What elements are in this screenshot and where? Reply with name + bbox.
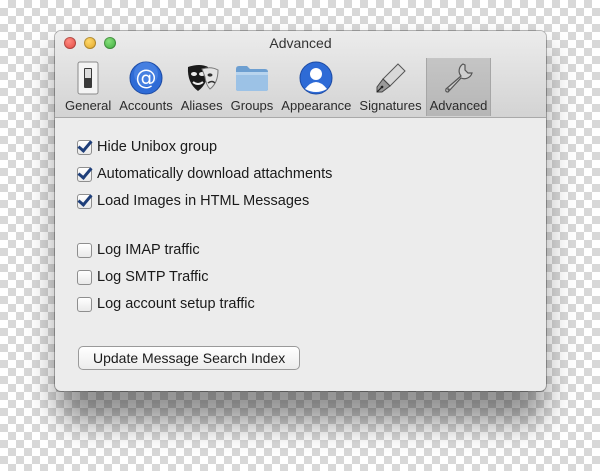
- auto-download-attachments-checkbox[interactable]: [77, 166, 92, 182]
- tab-aliases[interactable]: Aliases: [177, 58, 227, 116]
- auto-download-attachments-option[interactable]: Automatically download attachments: [77, 166, 332, 182]
- tab-label: Signatures: [359, 98, 422, 113]
- tab-general[interactable]: General: [61, 58, 115, 116]
- hide-unibox-group-option[interactable]: Hide Unibox group: [77, 139, 217, 155]
- checkbox-label: Load Images in HTML Messages: [97, 193, 310, 209]
- log-imap-traffic-checkbox[interactable]: [77, 242, 92, 258]
- checkbox-label: Log account setup traffic: [97, 296, 255, 312]
- log-account-setup-traffic-option[interactable]: Log account setup traffic: [77, 296, 255, 312]
- at-sign-icon: @: [128, 60, 164, 96]
- log-smtp-traffic-option[interactable]: Log SMTP Traffic: [77, 269, 208, 285]
- title-bar: Advanced General @ Accounts Aliases Grou…: [55, 31, 546, 118]
- log-account-setup-traffic-checkbox[interactable]: [77, 296, 92, 312]
- checkbox-label: Hide Unibox group: [97, 139, 218, 155]
- fountain-pen-icon: [373, 60, 409, 96]
- person-icon: [298, 60, 334, 96]
- tab-groups[interactable]: Groups: [227, 58, 278, 116]
- tab-label: General: [65, 98, 112, 113]
- masks-icon: [184, 60, 220, 96]
- svg-text:@: @: [135, 66, 156, 90]
- window-drop-shadow: [62, 388, 542, 428]
- hide-unibox-group-checkbox[interactable]: [77, 139, 92, 155]
- tab-label: Advanced: [429, 98, 488, 113]
- tab-label: Aliases: [180, 98, 223, 113]
- wrench-icon: [440, 60, 476, 96]
- tab-advanced[interactable]: Advanced: [425, 58, 492, 116]
- tab-label: Groups: [230, 98, 274, 113]
- folder-icon: [234, 60, 270, 96]
- load-images-checkbox[interactable]: [77, 193, 92, 209]
- log-imap-traffic-option[interactable]: Log IMAP traffic: [77, 242, 200, 258]
- update-message-search-index-button[interactable]: Update Message Search Index: [78, 346, 301, 370]
- checkbox-label: Log SMTP Traffic: [97, 269, 209, 285]
- checkbox-label: Automatically download attachments: [97, 166, 333, 182]
- load-images-option[interactable]: Load Images in HTML Messages: [77, 193, 309, 209]
- checkbox-label: Log IMAP traffic: [97, 242, 200, 258]
- tab-label: Appearance: [281, 98, 352, 113]
- tab-signatures[interactable]: Signatures: [355, 58, 425, 116]
- window-title: Advanced: [269, 35, 332, 51]
- tab-accounts[interactable]: @ Accounts: [115, 58, 176, 116]
- tab-label: Accounts: [119, 98, 173, 113]
- light-switch-icon: [70, 60, 106, 96]
- preferences-window: Advanced General @ Accounts Aliases Grou…: [55, 31, 546, 391]
- preferences-toolbar: General @ Accounts Aliases Groups Appear…: [61, 58, 492, 116]
- log-smtp-traffic-checkbox[interactable]: [77, 269, 92, 285]
- tab-appearance[interactable]: Appearance: [277, 58, 355, 116]
